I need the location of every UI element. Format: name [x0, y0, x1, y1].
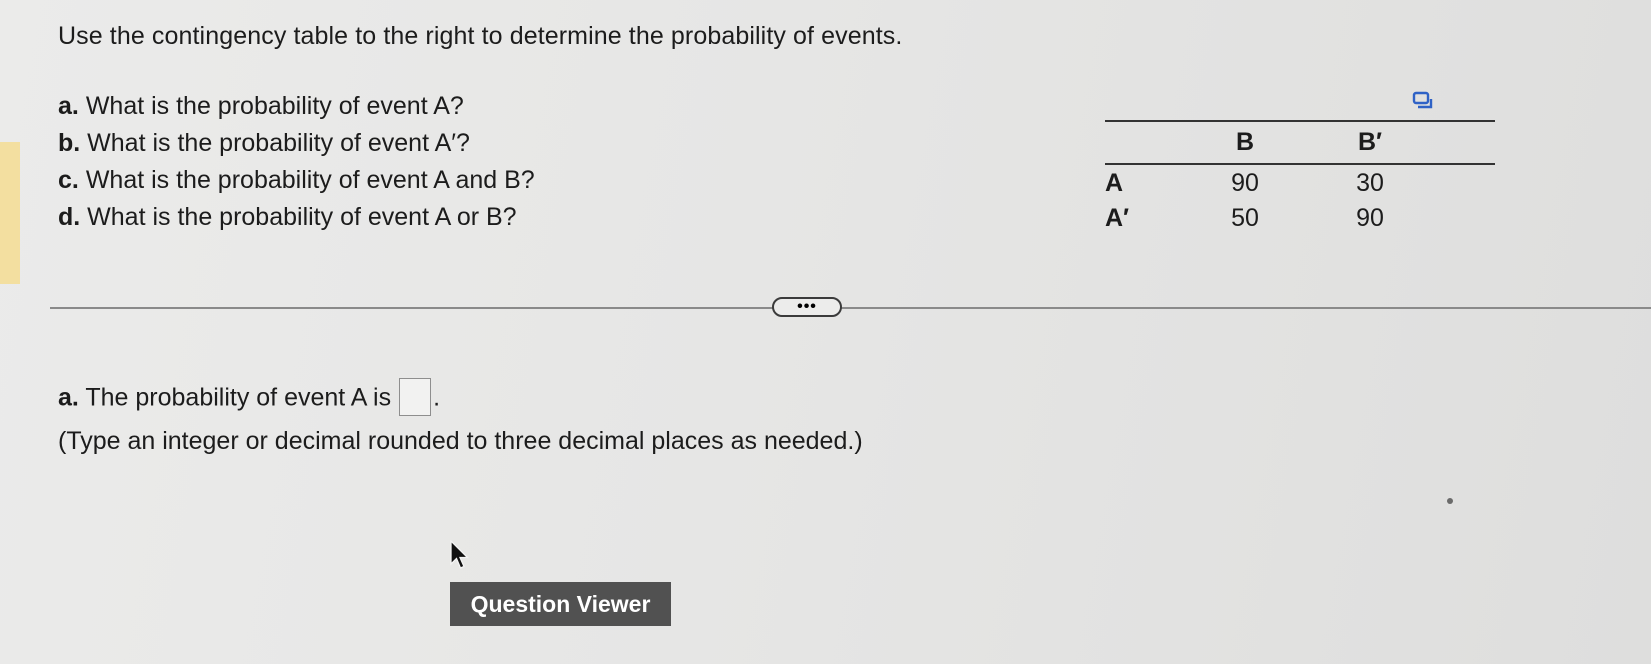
question-letter: a.: [58, 92, 79, 120]
row-label-a: A: [1105, 169, 1124, 197]
answer-input[interactable]: [399, 378, 432, 416]
mouse-pointer-icon: [450, 540, 470, 569]
row-label-a-prime: A′: [1105, 204, 1130, 232]
table-cell-a-prime-b-prime: 90: [1356, 204, 1384, 232]
section-divider: [50, 307, 1651, 309]
question-a: a. What is the probability of event A?: [58, 88, 535, 125]
question-text: What is the probability of event A?: [85, 92, 464, 120]
answer-suffix: .: [433, 383, 441, 412]
question-viewer-button[interactable]: Question Viewer: [450, 582, 671, 626]
question-letter: b.: [58, 129, 81, 157]
column-header-b-prime: B′: [1357, 128, 1383, 156]
question-list: a. What is the probability of event A? b…: [58, 88, 535, 236]
table-top-rule: [1105, 120, 1495, 122]
answer-hint: (Type an integer or decimal rounded to t…: [58, 427, 863, 455]
question-text: What is the probability of event A′?: [87, 129, 470, 157]
column-header-b: B: [1235, 128, 1255, 156]
table-cell-a-b-prime: 30: [1356, 169, 1384, 197]
answer-line: a. The probability of event A is.: [58, 378, 441, 418]
question-c: c. What is the probability of event A an…: [58, 162, 535, 199]
question-b: b. What is the probability of event A′?: [58, 125, 535, 162]
answer-prefix: The probability of event A is: [85, 383, 392, 412]
stray-dot: [1447, 498, 1453, 504]
expand-more-button[interactable]: •••: [772, 297, 842, 317]
question-letter: c.: [58, 166, 79, 194]
contingency-table: B B′ A 90 30 A′ 50 90: [1105, 96, 1495, 246]
intro-text: Use the contingency table to the right t…: [58, 22, 903, 50]
table-cell-a-prime-b: 50: [1231, 204, 1259, 232]
question-letter: d.: [58, 203, 81, 231]
question-d: d. What is the probability of event A or…: [58, 199, 535, 236]
question-text: What is the probability of event A or B?: [87, 203, 517, 231]
left-accent-bar: [0, 142, 20, 284]
question-text: What is the probability of event A and B…: [85, 166, 535, 194]
table-cell-a-b: 90: [1231, 169, 1259, 197]
table-header-rule: [1105, 163, 1495, 165]
answer-letter: a.: [58, 383, 79, 412]
